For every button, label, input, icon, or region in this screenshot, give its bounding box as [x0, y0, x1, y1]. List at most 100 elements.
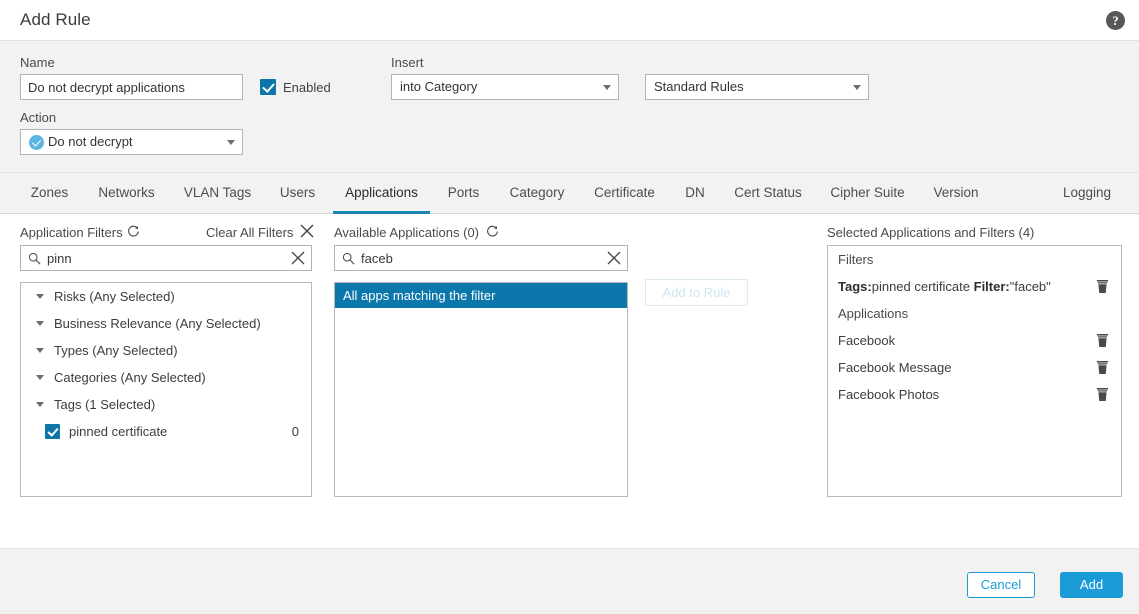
filter-group[interactable]: Business Relevance (Any Selected): [21, 310, 311, 337]
search-icon: [28, 252, 41, 265]
action-label: Action: [20, 110, 56, 125]
tab-users[interactable]: Users: [275, 173, 320, 214]
filter-group[interactable]: Tags (1 Selected): [21, 391, 311, 418]
chevron-down-icon: [36, 321, 44, 326]
chevron-down-icon: [36, 402, 44, 407]
tab-label: VLAN Tags: [184, 185, 251, 200]
filter-group-label: Business Relevance (Any Selected): [54, 316, 261, 331]
selected-application-label: Facebook: [838, 333, 895, 348]
tab-zones[interactable]: Zones: [22, 173, 77, 214]
tab-label: DN: [685, 185, 705, 200]
clear-x-icon[interactable]: [291, 251, 305, 265]
help-icon[interactable]: ?: [1106, 11, 1125, 30]
tag-label: pinned certificate: [69, 424, 167, 439]
available-applications-heading: Available Applications (0): [334, 225, 479, 240]
selected-application-row[interactable]: Facebook Message: [828, 354, 1121, 381]
tab-label: Applications: [345, 185, 418, 200]
applications-search-value: faceb: [361, 246, 393, 270]
tab-label: Category: [510, 185, 565, 200]
cancel-button[interactable]: Cancel: [967, 572, 1035, 598]
refresh-icon[interactable]: [127, 225, 140, 238]
tab-vlan-tags[interactable]: VLAN Tags: [177, 173, 258, 214]
tab-dn[interactable]: DN: [677, 173, 713, 214]
tab-ports[interactable]: Ports: [440, 173, 487, 214]
applications-group-label: Applications: [838, 306, 908, 321]
enabled-label: Enabled: [283, 80, 331, 95]
tab-label: Users: [280, 185, 315, 200]
close-x-icon[interactable]: [300, 224, 314, 238]
tag-checkbox[interactable]: [45, 424, 60, 439]
rule-properties-form: Name Enabled Action Do not decrypt Inser…: [0, 41, 1139, 173]
filter-group-label: Types (Any Selected): [54, 343, 178, 358]
category-select[interactable]: Standard Rules: [645, 74, 869, 100]
tab-version[interactable]: Version: [928, 173, 984, 214]
filter-group-label: Tags (1 Selected): [54, 397, 155, 412]
tab-label: Networks: [98, 185, 154, 200]
add-rule-dialog: Add Rule ? Name Enabled Action Do not de…: [0, 0, 1139, 614]
tab-label: Zones: [31, 185, 69, 200]
selected-applications-list[interactable]: Filters Tags:pinned certificate Filter:"f…: [827, 245, 1122, 497]
tab-logging[interactable]: Logging: [1055, 173, 1119, 214]
filter-group[interactable]: Types (Any Selected): [21, 337, 311, 364]
add-to-rule-button[interactable]: Add to Rule: [645, 279, 748, 306]
filters-search-box[interactable]: pinn: [20, 245, 312, 271]
insert-label: Insert: [391, 55, 424, 70]
selected-filters-heading: Filters: [828, 246, 1121, 273]
selected-application-row[interactable]: Facebook: [828, 327, 1121, 354]
do-not-decrypt-icon: [29, 135, 44, 150]
chevron-down-icon: [603, 85, 611, 90]
name-input[interactable]: [20, 74, 243, 100]
action-select-value: Do not decrypt: [48, 134, 133, 149]
selected-applications-subheading: Applications: [828, 300, 1121, 327]
tab-label: Ports: [448, 185, 480, 200]
tab-category[interactable]: Category: [500, 173, 574, 214]
filters-search-value: pinn: [47, 246, 72, 270]
filter-group-label: Categories (Any Selected): [54, 370, 206, 385]
chevron-down-icon: [853, 85, 861, 90]
available-applications-list[interactable]: All apps matching the filter: [334, 282, 628, 497]
tab-label: Cert Status: [734, 185, 802, 200]
filter-tag-item[interactable]: pinned certificate 0: [21, 418, 311, 446]
applications-search-box[interactable]: faceb: [334, 245, 628, 271]
selected-filter-row[interactable]: Tags:pinned certificate Filter:"faceb": [828, 273, 1121, 300]
name-label: Name: [20, 55, 55, 70]
action-select[interactable]: Do not decrypt: [20, 129, 243, 155]
trash-icon[interactable]: [1096, 333, 1109, 348]
filters-group-label: Filters: [838, 252, 873, 267]
filter-group-label: Risks (Any Selected): [54, 289, 175, 304]
selected-filter-text: Tags:pinned certificate Filter:"faceb": [838, 279, 1051, 294]
filter-group[interactable]: Risks (Any Selected): [21, 283, 311, 310]
chevron-down-icon: [36, 348, 44, 353]
chevron-down-icon: [36, 294, 44, 299]
application-filters-list[interactable]: Risks (Any Selected) Business Relevance (…: [20, 282, 312, 497]
tab-cert-status[interactable]: Cert Status: [727, 173, 809, 214]
refresh-icon[interactable]: [486, 225, 499, 238]
tab-applications[interactable]: Applications: [333, 173, 430, 214]
insert-select-value: into Category: [400, 79, 477, 94]
tab-label: Logging: [1063, 185, 1111, 200]
tab-networks[interactable]: Networks: [88, 173, 165, 214]
chevron-down-icon: [227, 140, 235, 145]
add-button[interactable]: Add: [1060, 572, 1123, 598]
selected-application-row[interactable]: Facebook Photos: [828, 381, 1121, 408]
enabled-checkbox[interactable]: [260, 79, 276, 95]
trash-icon[interactable]: [1096, 387, 1109, 402]
clear-x-icon[interactable]: [607, 251, 621, 265]
available-application-item[interactable]: All apps matching the filter: [335, 283, 627, 308]
dialog-titlebar: Add Rule ?: [0, 0, 1139, 41]
application-filters-heading: Application Filters: [20, 225, 123, 240]
tag-count: 0: [292, 418, 299, 446]
trash-icon[interactable]: [1096, 360, 1109, 375]
category-select-value: Standard Rules: [654, 79, 744, 94]
clear-all-filters-button[interactable]: Clear All Filters: [206, 225, 293, 240]
filter-group[interactable]: Categories (Any Selected): [21, 364, 311, 391]
selected-applications-heading: Selected Applications and Filters (4): [827, 225, 1034, 240]
search-icon: [342, 252, 355, 265]
tab-cipher-suite[interactable]: Cipher Suite: [824, 173, 911, 214]
insert-select[interactable]: into Category: [391, 74, 619, 100]
tab-label: Cipher Suite: [830, 185, 904, 200]
selected-application-label: Facebook Message: [838, 360, 951, 375]
rule-tabs: Zones Networks VLAN Tags Users Applications P…: [0, 173, 1139, 214]
trash-icon[interactable]: [1096, 279, 1109, 294]
tab-certificate[interactable]: Certificate: [588, 173, 661, 214]
